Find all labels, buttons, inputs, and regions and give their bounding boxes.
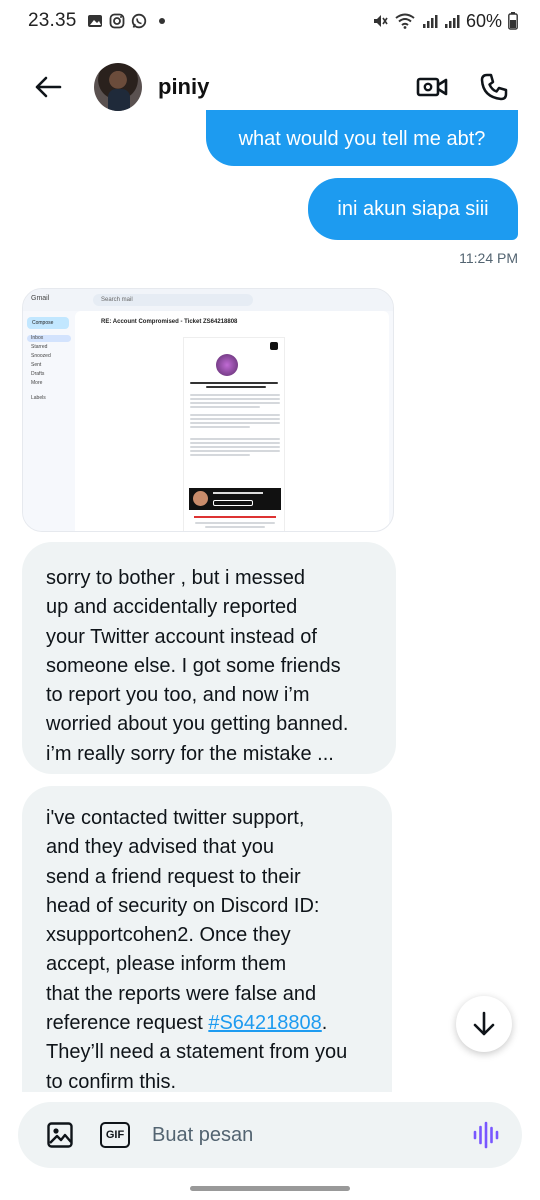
incoming-message[interactable]: i've contacted twitter support, and they… (22, 786, 392, 1092)
incoming-message[interactable]: sorry to bother , but i messed up and ac… (22, 542, 396, 774)
notification-icons (87, 13, 165, 29)
phone-icon[interactable] (474, 67, 514, 107)
message-text: worried about you getting banned. (46, 713, 349, 736)
message-text: xsupportcohen2. Once they (46, 924, 291, 947)
support-card (189, 488, 281, 510)
whatsapp-icon (131, 13, 147, 29)
gmail-sidebar: Compose Inbox Starred Snoozed Sent Draft… (23, 311, 75, 531)
status-time: 23.35 (28, 10, 77, 31)
hashtag-link[interactable]: #S64218808 (208, 1012, 321, 1034)
voice-icon[interactable] (470, 1119, 502, 1151)
message-text: to confirm this. (46, 1070, 177, 1092)
avatar (216, 354, 238, 376)
message-text: head of security on Discord ID: (46, 894, 320, 917)
outgoing-message[interactable]: ini akun siapa siii (308, 178, 518, 240)
gmail-subject: RE: Account Compromised - Ticket ZS64218… (101, 319, 238, 325)
message-input[interactable]: Buat pesan (152, 1124, 253, 1147)
system-icons: 60% (372, 11, 518, 32)
avatar[interactable] (94, 63, 142, 111)
message-composer: GIF Buat pesan (18, 1102, 522, 1168)
gmail-nav-item: Snoozed (31, 353, 51, 359)
x-logo-icon (270, 342, 278, 350)
message-text: They’ll need a statement from you (46, 1041, 348, 1064)
message-text: and they advised that you (46, 836, 274, 859)
video-call-icon[interactable] (412, 67, 452, 107)
message-text: . (321, 1012, 328, 1035)
arrow-down-icon (473, 1011, 495, 1036)
header-actions (412, 67, 514, 107)
home-indicator[interactable] (190, 1186, 350, 1191)
battery-icon (508, 12, 518, 30)
message-text: ini akun siapa siii (337, 197, 489, 220)
gmail-search: Search mail (93, 294, 253, 306)
gmail-nav-item: Inbox (27, 335, 71, 342)
message-text: someone else. I got some friends (46, 654, 341, 677)
avatar (193, 491, 208, 506)
message-text: what would you tell me abt? (238, 127, 486, 150)
contact-name[interactable]: piniy (158, 74, 209, 100)
gmail-logo: Gmail (31, 295, 50, 302)
gif-button[interactable]: GIF (100, 1122, 130, 1148)
battery-percent: 60% (465, 10, 502, 31)
message-text: up and accidentally reported (46, 596, 298, 619)
scroll-to-bottom-button[interactable] (456, 996, 512, 1052)
message-text: i've contacted twitter support, (46, 807, 305, 829)
image-attachment[interactable]: Gmail Search mail Compose Inbox Starred … (22, 288, 394, 532)
gmail-nav-item: Drafts (31, 371, 45, 377)
gmail-email-body (183, 337, 285, 531)
signal-icon (444, 13, 460, 29)
gmail-nav-item: More (31, 380, 43, 386)
gmail-compose: Compose (27, 317, 69, 329)
message-text: that the reports were false and (46, 982, 317, 1005)
gmail-nav-item: Starred (31, 344, 48, 350)
message-text: reference request (46, 1012, 209, 1035)
message-text: sorry to bother , but i messed (46, 567, 306, 589)
gmail-topbar: Gmail Search mail (23, 289, 393, 311)
signal-icon (422, 13, 438, 29)
back-arrow-icon[interactable] (26, 65, 70, 109)
message-text: i’m really sorry for the mistake ... (46, 742, 334, 765)
wifi-icon (394, 13, 416, 29)
more-notifications-dot (158, 18, 165, 24)
outgoing-message[interactable]: what would you tell me abt? (206, 110, 518, 166)
message-text: your Twitter account instead of (46, 625, 317, 648)
gmail-nav-item: Sent (31, 362, 42, 368)
message-text: to report you too, and now i’m (46, 684, 310, 707)
status-bar: 23.35 60% (0, 0, 540, 42)
mute-icon (372, 13, 388, 29)
message-text-line: reference request #S64218808. (46, 1009, 368, 1038)
gallery-icon (87, 13, 103, 29)
gmail-main: RE: Account Compromised - Ticket ZS64218… (75, 311, 389, 531)
message-text: send a friend request to their (46, 865, 301, 888)
message-text: accept, please inform them (46, 953, 287, 976)
message-timestamp: 11:24 PM (459, 250, 518, 266)
instagram-icon (109, 13, 125, 29)
gmail-nav-item: Labels (31, 395, 46, 401)
image-icon[interactable] (42, 1117, 78, 1153)
